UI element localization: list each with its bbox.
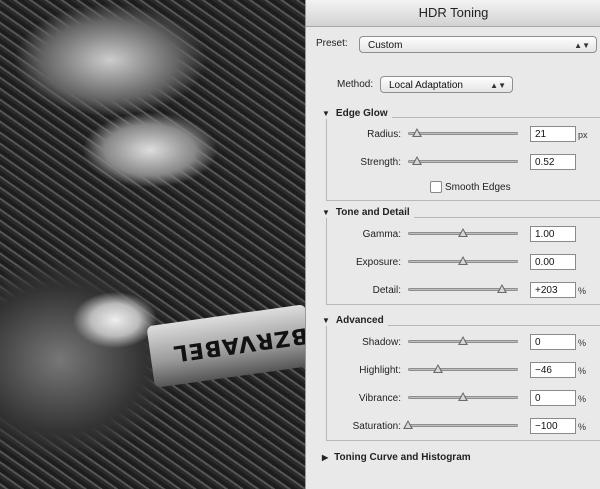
gamma-slider-thumb[interactable]	[458, 228, 468, 237]
saturation-label: Saturation:	[352, 421, 401, 432]
saturation-slider[interactable]	[408, 424, 518, 427]
exposure-slider-thumb[interactable]	[458, 256, 468, 265]
vibrance-field[interactable]: 0	[530, 390, 576, 406]
edge-glow-header[interactable]: ▼ Edge Glow	[322, 108, 392, 119]
highlight-label: Highlight:	[359, 365, 401, 376]
highlight-slider-thumb[interactable]	[432, 364, 443, 373]
detail-field[interactable]: +203	[530, 282, 576, 298]
edge-glow-title: Edge Glow	[335, 108, 388, 119]
preset-select[interactable]: Custom ▲▼	[359, 36, 597, 53]
advanced-title: Advanced	[335, 315, 384, 326]
vibrance-slider-thumb[interactable]	[458, 392, 468, 401]
exposure-field[interactable]: 0.00	[530, 254, 576, 270]
highlight-unit: %	[578, 366, 587, 376]
strength-field[interactable]: 0.52	[530, 154, 576, 170]
saturation-unit: %	[578, 422, 587, 432]
updown-arrows-icon: ▲▼	[574, 41, 590, 50]
vibrance-label: Vibrance:	[358, 393, 401, 404]
method-label: Method:	[337, 79, 374, 90]
saturation-field[interactable]: −100	[530, 418, 576, 434]
detail-unit: %	[578, 286, 587, 296]
hdr-toning-dialog: HDR Toning Preset: Custom ▲▼ Method: Loc…	[305, 0, 600, 489]
tone-detail-header[interactable]: ▼ Tone and Detail	[322, 207, 414, 218]
shadow-unit: %	[578, 338, 587, 348]
gamma-field[interactable]: 1.00	[530, 226, 576, 242]
smooth-edges-label: Smooth Edges	[445, 182, 511, 193]
detail-slider-thumb[interactable]	[496, 284, 507, 293]
toning-curve-title: Toning Curve and Histogram	[334, 452, 471, 463]
vibrance-unit: %	[578, 394, 587, 404]
method-value: Local Adaptation	[389, 80, 463, 91]
preset-value: Custom	[368, 40, 403, 51]
gamma-label: Gamma:	[362, 229, 401, 240]
saturation-slider-thumb[interactable]	[403, 420, 413, 429]
tone-detail-title: Tone and Detail	[335, 207, 410, 218]
method-select[interactable]: Local Adaptation ▲▼	[380, 76, 513, 93]
radius-slider[interactable]	[408, 132, 518, 135]
highlight-field[interactable]: −46	[530, 362, 576, 378]
strength-slider[interactable]	[408, 160, 518, 163]
disclosure-triangle-down-icon: ▼	[322, 109, 330, 118]
radius-unit: px	[578, 130, 588, 140]
radius-field[interactable]: 21	[530, 126, 576, 142]
radius-slider-thumb[interactable]	[411, 128, 422, 137]
shadow-label: Shadow:	[362, 337, 401, 348]
detail-label: Detail:	[372, 285, 401, 296]
strength-slider-thumb[interactable]	[411, 156, 422, 165]
dialog-title: HDR Toning	[306, 0, 600, 27]
highlight-slider[interactable]	[408, 368, 518, 371]
smooth-edges-checkbox[interactable]	[430, 181, 442, 193]
radius-label: Radius:	[367, 129, 401, 140]
toning-curve-header[interactable]: ▶ Toning Curve and Histogram	[322, 452, 471, 463]
disclosure-triangle-down-icon: ▼	[322, 316, 330, 325]
disclosure-triangle-right-icon: ▶	[322, 453, 329, 462]
exposure-label: Exposure:	[355, 257, 401, 268]
preset-label: Preset:	[316, 38, 348, 49]
shadow-field[interactable]: 0	[530, 334, 576, 350]
advanced-header[interactable]: ▼ Advanced	[322, 315, 388, 326]
shadow-slider-thumb[interactable]	[458, 336, 468, 345]
strength-label: Strength:	[360, 157, 401, 168]
updown-arrows-icon: ▲▼	[490, 81, 506, 90]
disclosure-triangle-down-icon: ▼	[322, 208, 330, 217]
